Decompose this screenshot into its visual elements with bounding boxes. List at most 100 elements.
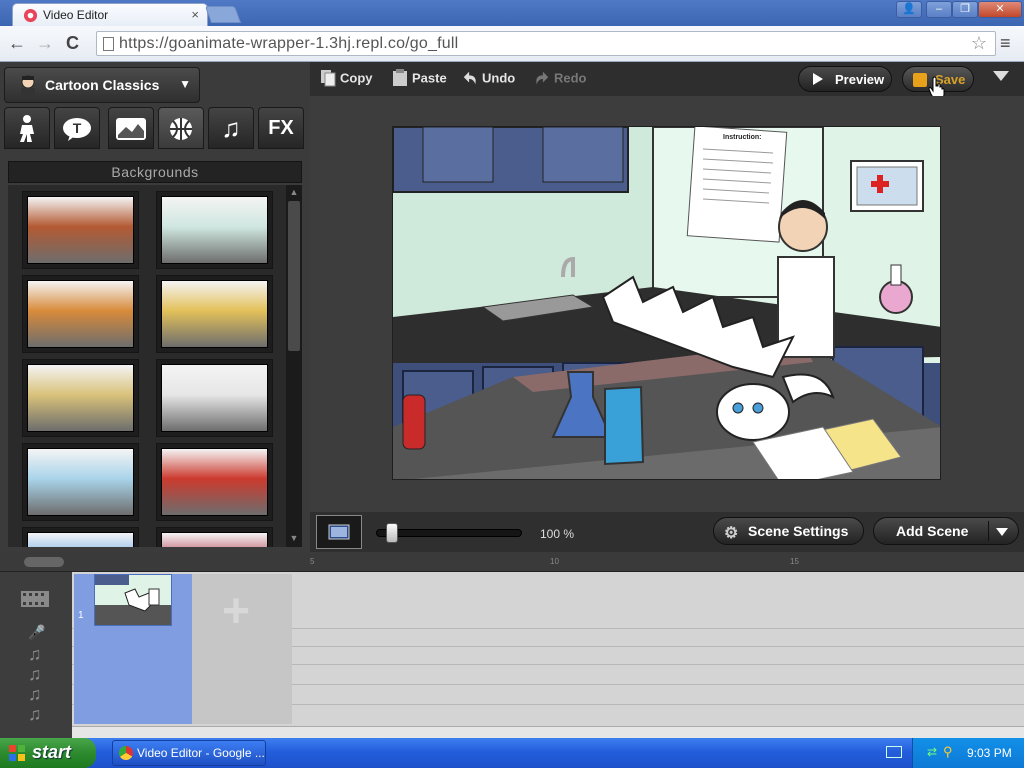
background-thumb-courtroom[interactable]: [22, 191, 139, 269]
redo-button[interactable]: Redo: [534, 69, 587, 89]
undo-button[interactable]: Undo: [462, 69, 515, 89]
close-window-button[interactable]: ✕: [978, 1, 1022, 18]
tab-close-icon[interactable]: ×: [191, 7, 199, 22]
windows-taskbar: start Video Editor - Google ... ⇄ ⚲ 9:03…: [0, 738, 1024, 768]
timeline-body[interactable]: 1 +: [72, 572, 1024, 726]
button-divider: [988, 521, 989, 541]
redo-icon: [536, 71, 549, 85]
background-preview-image: [161, 532, 268, 547]
copy-icon: [321, 70, 336, 87]
background-thumb-bakery[interactable]: [22, 275, 139, 353]
svg-text:Instruction:: Instruction:: [723, 134, 762, 141]
tab-characters[interactable]: [4, 107, 50, 149]
zoom-slider-handle[interactable]: [386, 523, 398, 543]
tab-props[interactable]: [108, 107, 154, 149]
maximize-button[interactable]: ❐: [952, 1, 978, 18]
ruler-tick: 15: [790, 557, 799, 566]
scene-settings-button[interactable]: ⚙ Scene Settings: [713, 517, 864, 545]
scene-number: 1: [78, 610, 84, 621]
timeline-scrollbar[interactable]: [72, 726, 1024, 738]
empty-scene-slot[interactable]: +: [192, 574, 292, 724]
timeline-zoom-handle[interactable]: [24, 557, 64, 567]
profile-button[interactable]: 👤: [896, 1, 922, 18]
theme-avatar-icon: [21, 75, 35, 98]
background-thumb-partial-1[interactable]: [22, 527, 139, 547]
background-thumb-diner[interactable]: [156, 443, 273, 521]
background-thumb-doctors-office[interactable]: [22, 443, 139, 521]
tab-backgrounds[interactable]: [158, 107, 204, 149]
start-button[interactable]: start: [0, 738, 96, 768]
background-grid: [8, 185, 286, 547]
ruler-tick: 5: [310, 557, 315, 566]
gear-icon: ⚙: [724, 525, 739, 542]
taskbar-item-browser[interactable]: Video Editor - Google ...: [112, 740, 266, 766]
copy-label: Copy: [340, 70, 373, 86]
add-scene-button[interactable]: Add Scene: [873, 517, 1019, 545]
address-bar[interactable]: https://goanimate-wrapper-1.3hj.repl.co/…: [96, 31, 996, 56]
taskbar-item-label: Video Editor - Google ...: [137, 746, 265, 760]
mic-icon: 🎤: [28, 624, 46, 640]
timeline: 5 10 15 🎤 ♫ ♫ ♫ ♫ 1 +: [0, 552, 1024, 738]
more-menu-icon[interactable]: [993, 71, 1009, 81]
scroll-down-icon[interactable]: ▼: [288, 533, 300, 545]
paste-button[interactable]: Paste: [392, 69, 447, 89]
undo-icon: [463, 71, 476, 85]
stage-area: Instruction:: [310, 96, 1024, 512]
background-preview-image: [27, 532, 134, 547]
scene-settings-label: Scene Settings: [748, 523, 849, 539]
keyboard-icon[interactable]: [886, 746, 902, 758]
ruler-tick: 10: [550, 557, 559, 566]
url-text: https://goanimate-wrapper-1.3hj.repl.co/…: [119, 35, 459, 52]
background-thumb-laboratory[interactable]: [156, 191, 273, 269]
lab-scene-image: Instruction:: [393, 127, 940, 479]
tab-effects[interactable]: FX: [258, 107, 304, 149]
search-icon[interactable]: ⚲: [943, 744, 953, 760]
background-thumb-living-room[interactable]: [156, 275, 273, 353]
browser-tab[interactable]: Video Editor ×: [12, 3, 208, 26]
forward-button[interactable]: →: [36, 33, 54, 54]
background-preview-image: [161, 448, 268, 516]
background-thumb-bedroom[interactable]: [22, 359, 139, 437]
network-icon[interactable]: ⇄: [927, 745, 937, 759]
browser-toolbar: ← → C https://goanimate-wrapper-1.3hj.re…: [0, 26, 1024, 62]
background-preview-image: [161, 196, 268, 264]
effects-label: FX: [268, 117, 294, 139]
tab-title: Video Editor: [43, 8, 109, 22]
scene-thumbnail[interactable]: [94, 574, 172, 626]
background-preview-image: [161, 280, 268, 348]
preview-button[interactable]: Preview: [798, 66, 892, 92]
timeline-ruler: 5 10 15: [0, 552, 1024, 572]
chevron-down-icon[interactable]: [996, 528, 1008, 536]
theme-dropdown[interactable]: Cartoon Classics ▼: [4, 67, 200, 103]
action-bar: Copy Paste Undo Redo Preview Save: [310, 62, 1024, 100]
scroll-up-icon[interactable]: ▲: [288, 187, 300, 199]
new-tab-button[interactable]: [204, 6, 242, 23]
asset-scrollbar[interactable]: ▲ ▼: [286, 185, 302, 547]
copy-button[interactable]: Copy: [320, 69, 373, 89]
camera-view-button[interactable]: [316, 515, 362, 549]
tab-music[interactable]: ♫: [208, 107, 254, 149]
back-button[interactable]: ←: [8, 33, 26, 54]
background-preview-image: [27, 280, 134, 348]
background-preview-image: [161, 364, 268, 432]
prop-icon: [116, 118, 146, 140]
browser-menu-button[interactable]: ≡: [1000, 33, 1011, 54]
reload-button[interactable]: C: [66, 33, 79, 54]
chrome-icon: [119, 746, 133, 760]
scene-stage[interactable]: Instruction:: [392, 126, 941, 480]
video-editor-app: Cartoon Classics ▼ T ♫ FX Backgrounds ▲ …: [0, 62, 1024, 738]
background-thumb-partial-2[interactable]: [156, 527, 273, 547]
minimize-button[interactable]: –: [926, 1, 952, 18]
undo-label: Undo: [482, 70, 516, 86]
bookmark-star-icon[interactable]: ☆: [971, 33, 987, 54]
tab-text[interactable]: T: [54, 107, 100, 149]
theme-label: Cartoon Classics: [45, 77, 160, 93]
add-icon[interactable]: +: [222, 584, 250, 639]
windows-flag-icon: [9, 745, 25, 761]
scroll-thumb[interactable]: [288, 201, 300, 351]
scene-thumbnail-icon: [328, 524, 350, 540]
page-icon: [103, 37, 114, 51]
scene-block[interactable]: 1: [74, 574, 192, 724]
stage-controls: 100 % ⚙ Scene Settings Add Scene: [310, 512, 1024, 552]
background-thumb-hallway[interactable]: [156, 359, 273, 437]
